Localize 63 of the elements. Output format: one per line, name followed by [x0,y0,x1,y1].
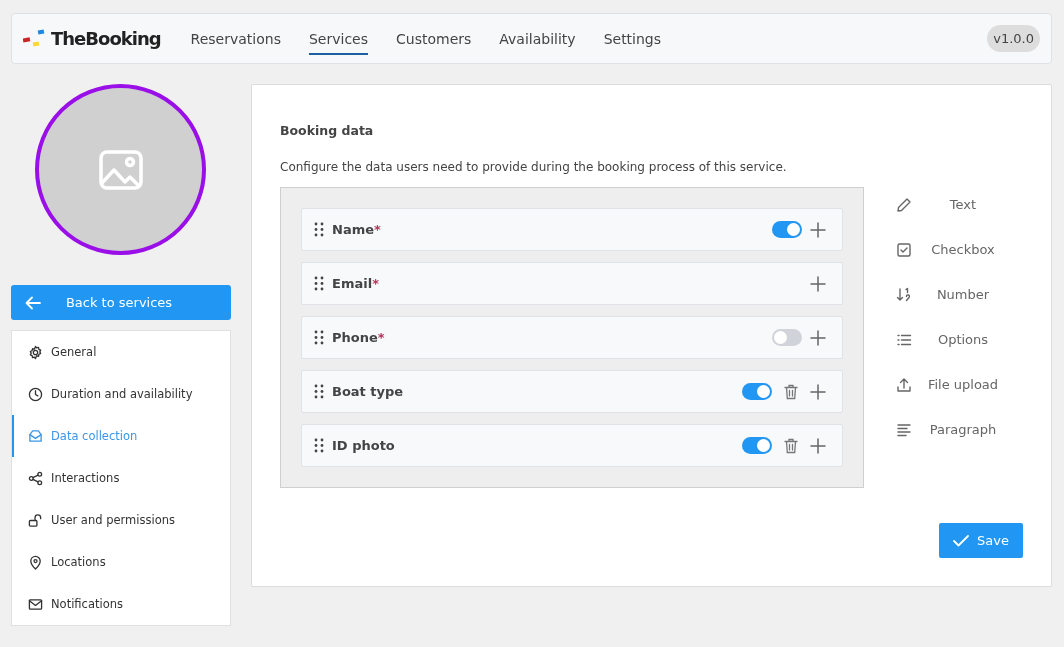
logo-text: TheBooking [51,28,161,49]
drag-handle-icon[interactable] [314,222,324,237]
nav-tab[interactable]: Services [296,14,380,63]
inbox-icon [28,428,43,444]
field-label: Boat type [332,384,404,399]
image-icon [98,149,143,190]
plus-icon[interactable] [810,275,826,292]
menu-item[interactable]: Notifications [12,583,230,625]
field-type-button[interactable]: Checkbox [884,227,1014,272]
pencil-icon [896,196,912,213]
drag-handle-icon[interactable] [314,438,324,453]
checkmark-icon [953,534,970,547]
plus-icon[interactable] [810,221,826,238]
field-label: ID photo [332,438,395,453]
sort-number-icon [896,286,912,303]
drag-handle-icon[interactable] [314,384,324,399]
field-row[interactable]: ID photo [301,424,843,467]
field-type-button[interactable]: Paragraph [884,407,1014,452]
field-label: Email* [332,276,379,291]
menu-item[interactable]: General [12,331,230,373]
version-badge: v1.0.0 [987,25,1040,52]
unlocked-padlock-icon [28,512,43,528]
toggle-switch[interactable] [772,329,802,346]
checkbox-icon [896,241,912,258]
field-row[interactable]: Phone* [301,316,843,359]
toggle-switch[interactable] [772,221,802,238]
share-icon [28,470,43,486]
menu-item[interactable]: Locations [12,541,230,583]
upload-icon [896,376,912,393]
logo-icon [23,28,45,49]
plus-icon[interactable] [810,329,826,346]
plus-icon[interactable] [810,437,826,454]
menu-item[interactable]: User and permissions [12,499,230,541]
nav-tab[interactable]: Customers [384,14,484,63]
field-row[interactable]: Name* [301,208,843,251]
clock-icon [28,386,43,402]
arrow-left-icon [25,295,41,310]
plus-icon[interactable] [810,383,826,400]
field-type-button[interactable]: File upload [884,362,1014,407]
menu-item[interactable]: Interactions [12,457,230,499]
field-type-button[interactable]: Text [884,182,1014,227]
section-title: Booking data [280,123,375,138]
field-type-button[interactable]: Number [884,272,1014,317]
nav-tab[interactable]: Reservations [178,14,293,63]
field-label: Name* [332,222,381,237]
nav-tab[interactable]: Settings [591,14,674,63]
field-row[interactable]: Boat type [301,370,843,413]
toggle-switch[interactable] [742,437,772,454]
drag-handle-icon[interactable] [314,276,324,291]
field-label: Phone* [332,330,385,345]
toggle-switch[interactable] [742,383,772,400]
gear-icon [28,344,43,360]
field-row[interactable]: Email* [301,262,843,305]
field-type-button[interactable]: Options [884,317,1014,362]
paragraph-icon [896,421,912,438]
nav-tab[interactable]: Availability [487,14,588,63]
drag-handle-icon[interactable] [314,330,324,345]
section-description: Configure the data users need to provide during the booking process of this service. [280,160,788,174]
trash-icon[interactable] [784,437,798,454]
location-pin-icon [28,554,43,570]
trash-icon[interactable] [784,383,798,400]
menu-item[interactable]: Duration and availability [12,373,230,415]
mail-icon [28,596,43,612]
